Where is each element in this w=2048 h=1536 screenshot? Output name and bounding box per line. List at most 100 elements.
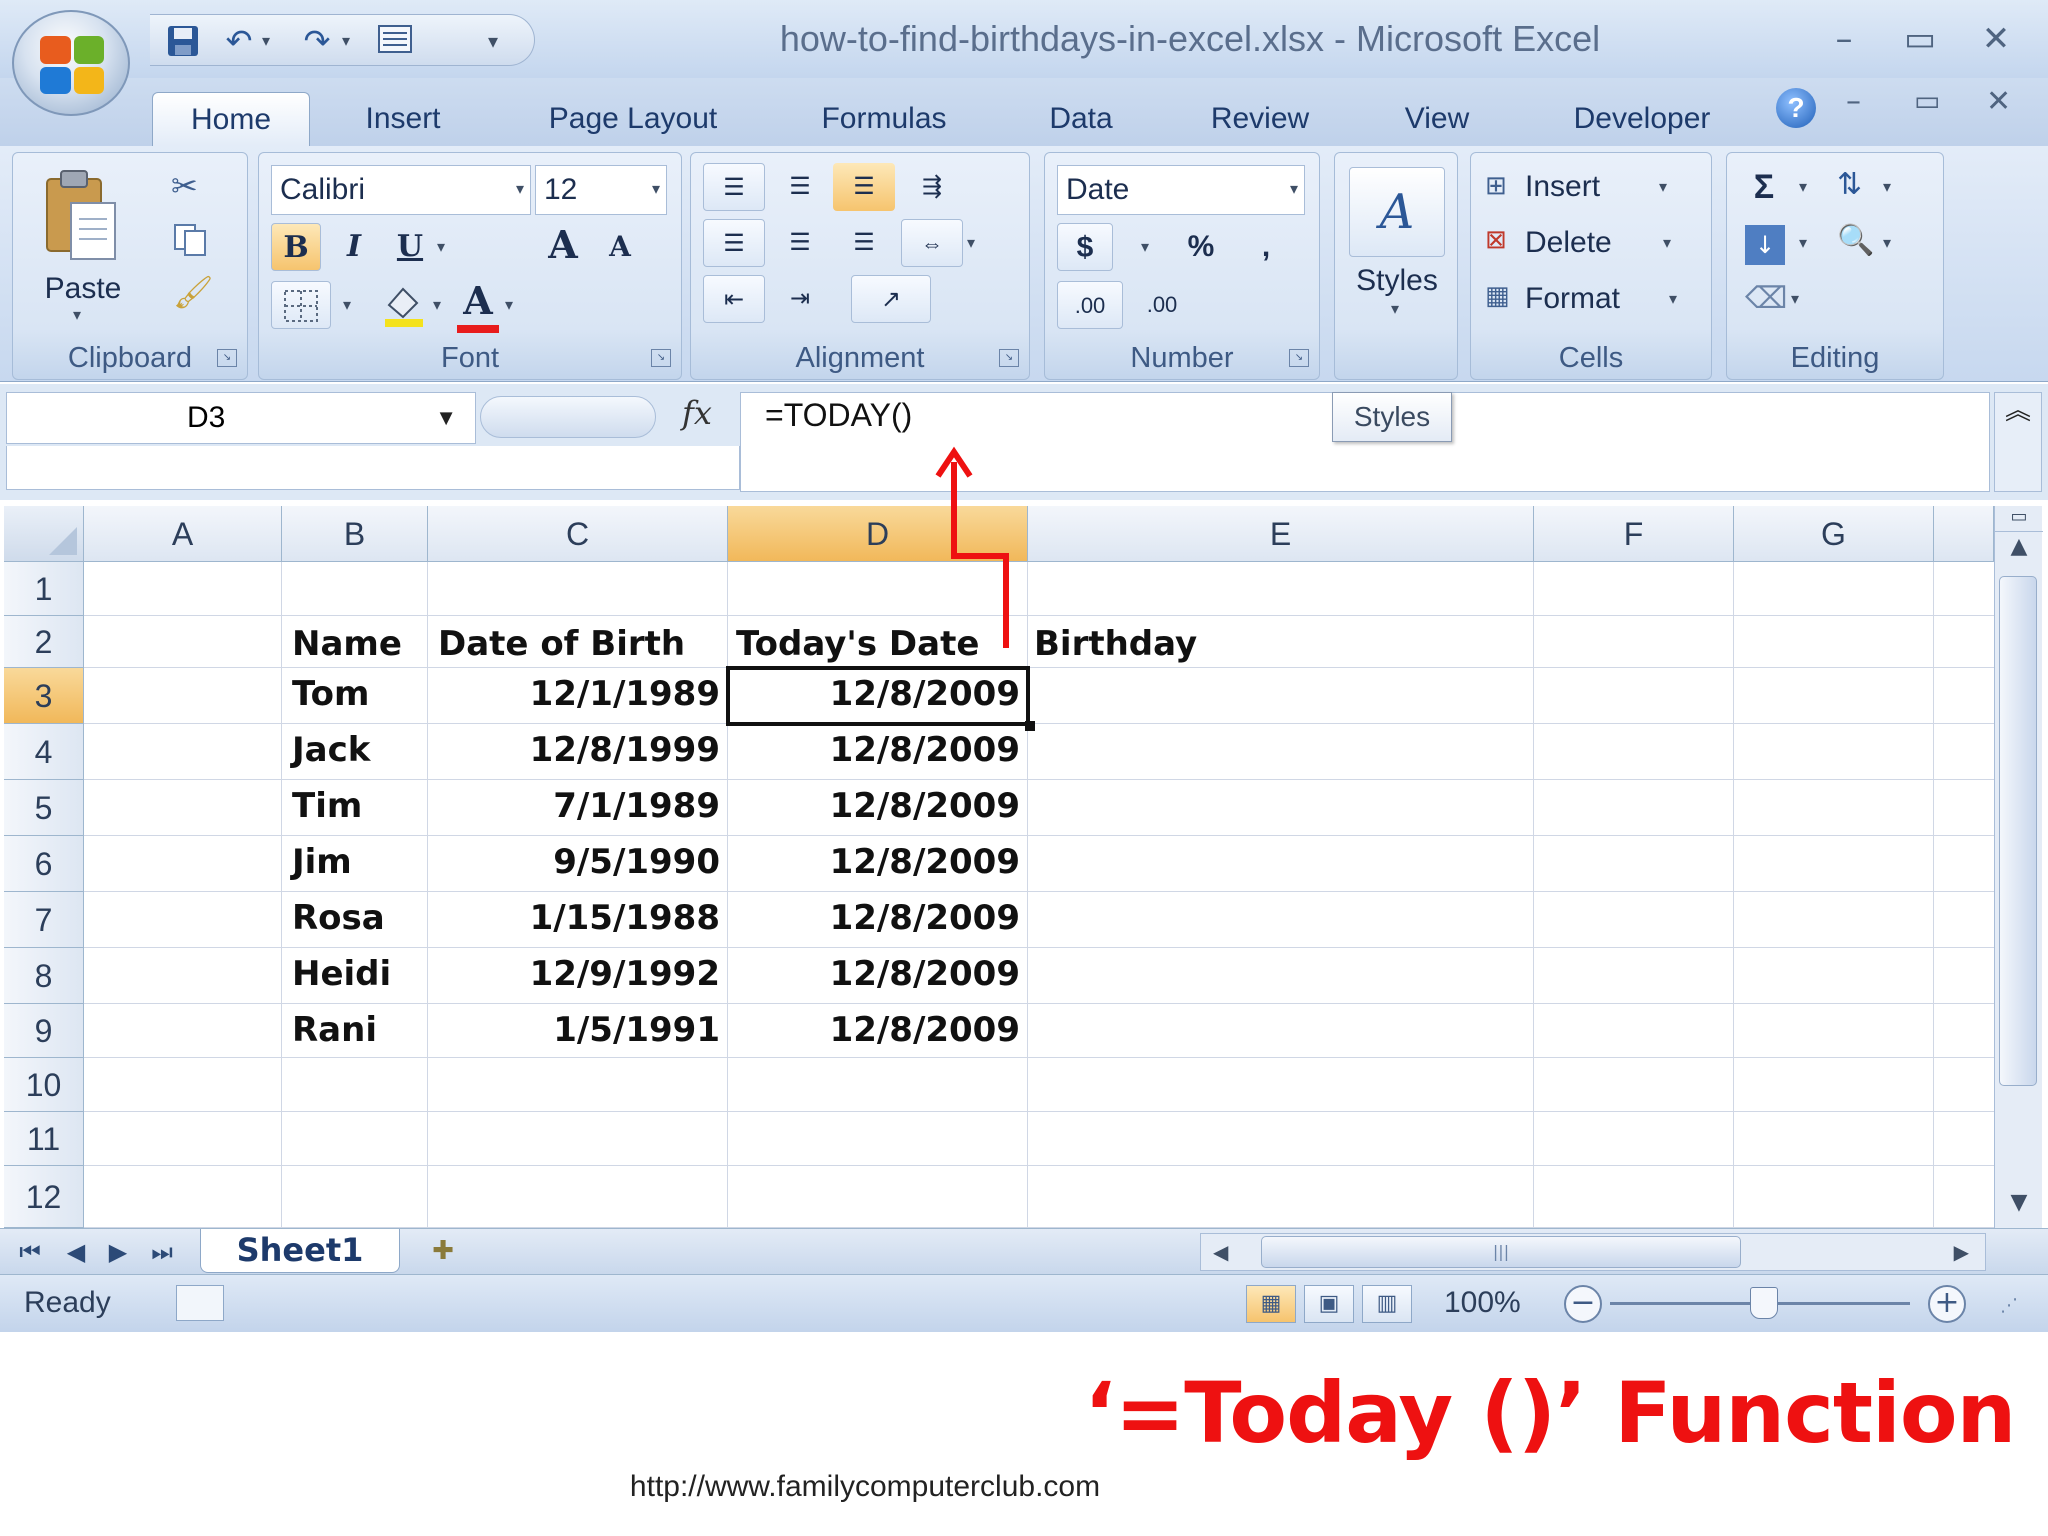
redo-dropdown-icon[interactable]: ▾ bbox=[342, 23, 350, 59]
normal-view-icon[interactable]: ▦ bbox=[1246, 1285, 1296, 1323]
select-all-corner[interactable] bbox=[4, 506, 84, 562]
header-name[interactable]: Name bbox=[292, 624, 402, 664]
currency-button[interactable]: $ bbox=[1057, 223, 1113, 271]
scroll-down-icon[interactable]: ▼ bbox=[1995, 1190, 2043, 1224]
sort-filter-dropdown-icon[interactable]: ▾ bbox=[1883, 177, 1891, 196]
cell-date-of-birth[interactable]: 1/5/1991 bbox=[428, 1010, 720, 1050]
save-icon[interactable] bbox=[164, 23, 202, 59]
tab-formulas[interactable]: Formulas bbox=[796, 92, 972, 146]
help-icon[interactable]: ? bbox=[1776, 88, 1816, 128]
tab-data[interactable]: Data bbox=[1030, 92, 1132, 146]
header-date-of-birth[interactable]: Date of Birth bbox=[438, 624, 685, 664]
formula-bar-splitter[interactable] bbox=[480, 396, 656, 438]
prev-sheet-icon[interactable]: ◀ bbox=[56, 1233, 96, 1271]
insert-cells-button[interactable]: Insert bbox=[1525, 163, 1635, 211]
align-center-icon[interactable]: ☰ bbox=[769, 219, 831, 267]
sort-filter-icon[interactable]: ⇅ bbox=[1837, 167, 1862, 202]
delete-cells-dropdown-icon[interactable]: ▾ bbox=[1663, 233, 1671, 252]
orientation-icon[interactable]: ↗ bbox=[851, 275, 931, 323]
paste-icon[interactable] bbox=[41, 167, 121, 267]
workbook-restore-button[interactable]: ▭ bbox=[1914, 84, 1954, 117]
align-middle-icon[interactable]: ☰ bbox=[769, 163, 831, 211]
cell-name[interactable]: Tim bbox=[292, 786, 362, 826]
cell-todays-date[interactable]: 12/8/2009 bbox=[728, 954, 1020, 994]
fill-dropdown-icon[interactable]: ▾ bbox=[1799, 233, 1807, 252]
autosum-button[interactable]: Σ bbox=[1743, 163, 1785, 211]
scroll-up-icon[interactable]: ▲ bbox=[1995, 534, 2043, 568]
format-cells-icon[interactable]: ▦ bbox=[1485, 281, 1510, 311]
row-header-6[interactable]: 6 bbox=[4, 836, 84, 892]
row-header-8[interactable]: 8 bbox=[4, 948, 84, 1004]
borders-button[interactable] bbox=[271, 281, 331, 329]
cell-date-of-birth[interactable]: 7/1/1989 bbox=[428, 786, 720, 826]
scroll-left-icon[interactable]: ◀ bbox=[1213, 1234, 1228, 1270]
find-select-icon[interactable]: 🔍 bbox=[1837, 223, 1874, 258]
cell-todays-date[interactable]: 12/8/2009 bbox=[728, 898, 1020, 938]
align-left-icon[interactable]: ☰ bbox=[703, 219, 765, 267]
column-header-a[interactable]: A bbox=[84, 506, 282, 562]
percent-button[interactable]: % bbox=[1171, 223, 1231, 271]
vertical-scrollbar[interactable]: ▭ ▲ ▼ bbox=[1994, 506, 2043, 1228]
fill-color-dropdown-icon[interactable]: ▾ bbox=[433, 295, 441, 314]
worksheet-grid[interactable]: ABCDEFG 1 2 3 4 5 6 7 8 9 10 11 12 Name Date of Bir… bbox=[4, 506, 2016, 1462]
form-icon[interactable] bbox=[376, 23, 414, 59]
close-button[interactable]: ✕ bbox=[1968, 14, 2024, 64]
next-sheet-icon[interactable]: ▶ bbox=[98, 1233, 138, 1271]
number-launcher-icon[interactable]: ↘ bbox=[1289, 349, 1309, 367]
font-color-dropdown-icon[interactable]: ▾ bbox=[505, 295, 513, 314]
font-color-button[interactable]: A bbox=[455, 277, 501, 325]
decrease-indent-icon[interactable]: ⇤ bbox=[703, 275, 765, 323]
format-cells-dropdown-icon[interactable]: ▾ bbox=[1669, 289, 1677, 308]
name-box-dropdown-icon[interactable]: ▼ bbox=[435, 393, 457, 443]
insert-function-icon[interactable]: fx bbox=[682, 394, 712, 432]
tab-view[interactable]: View bbox=[1382, 92, 1492, 146]
align-right-icon[interactable]: ☰ bbox=[833, 219, 895, 267]
cell-name[interactable]: Tom bbox=[292, 674, 369, 714]
delete-cells-icon[interactable]: ⊠ bbox=[1485, 225, 1507, 255]
copy-icon[interactable] bbox=[171, 221, 211, 257]
cell-date-of-birth[interactable]: 12/9/1992 bbox=[428, 954, 720, 994]
vertical-scroll-thumb[interactable] bbox=[1999, 576, 2037, 1086]
formula-bar-expand-button[interactable]: ︽ bbox=[1994, 392, 2042, 492]
merge-center-icon[interactable]: ⇔ bbox=[901, 219, 963, 267]
delete-cells-button[interactable]: Delete bbox=[1525, 219, 1645, 267]
tab-home[interactable]: Home bbox=[152, 92, 310, 146]
decrease-decimal-button[interactable]: .00 bbox=[1129, 281, 1195, 329]
comma-button[interactable]: , bbox=[1241, 223, 1291, 271]
italic-button[interactable]: I bbox=[329, 223, 379, 271]
undo-dropdown-icon[interactable]: ▾ bbox=[262, 23, 270, 59]
styles-button[interactable]: Styles bbox=[1341, 257, 1453, 305]
zoom-slider-thumb[interactable] bbox=[1750, 1287, 1778, 1319]
styles-dropdown-icon[interactable]: ▾ bbox=[1391, 299, 1399, 318]
underline-button[interactable]: U bbox=[385, 223, 435, 271]
insert-cells-dropdown-icon[interactable]: ▾ bbox=[1659, 177, 1667, 196]
workbook-close-button[interactable]: ✕ bbox=[1986, 84, 2026, 119]
header-todays-date[interactable]: Today's Date bbox=[736, 624, 979, 664]
format-cells-button[interactable]: Format bbox=[1525, 275, 1653, 323]
cell-name[interactable]: Rani bbox=[292, 1010, 377, 1050]
autosum-dropdown-icon[interactable]: ▾ bbox=[1799, 177, 1807, 196]
merge-dropdown-icon[interactable]: ▾ bbox=[967, 233, 975, 252]
bold-button[interactable]: B bbox=[271, 223, 321, 271]
tab-insert[interactable]: Insert bbox=[340, 92, 466, 146]
grow-font-button[interactable]: A bbox=[535, 221, 591, 269]
office-button[interactable] bbox=[12, 10, 130, 116]
row-header-1[interactable]: 1 bbox=[4, 562, 84, 616]
font-family-dropdown-icon[interactable]: ▾ bbox=[516, 166, 524, 214]
cell-date-of-birth[interactable]: 12/1/1989 bbox=[428, 674, 720, 714]
page-layout-view-icon[interactable]: ▣ bbox=[1304, 1285, 1354, 1323]
customize-qat-icon[interactable]: ▾ bbox=[488, 23, 498, 59]
wrap-text-icon[interactable]: ⇶ bbox=[901, 163, 963, 211]
borders-dropdown-icon[interactable]: ▾ bbox=[343, 295, 351, 314]
sheet-tab-sheet1[interactable]: Sheet1 bbox=[200, 1229, 400, 1273]
font-size-combo[interactable]: 12 ▾ bbox=[535, 165, 667, 215]
row-header-10[interactable]: 10 bbox=[4, 1058, 84, 1112]
number-format-dropdown-icon[interactable]: ▾ bbox=[1290, 166, 1298, 214]
fill-color-icon[interactable] bbox=[379, 281, 429, 329]
row-header-7[interactable]: 7 bbox=[4, 892, 84, 948]
undo-icon[interactable]: ↶ bbox=[220, 23, 258, 59]
cell-todays-date[interactable]: 12/8/2009 bbox=[728, 842, 1020, 882]
cell-todays-date[interactable]: 12/8/2009 bbox=[728, 1010, 1020, 1050]
resize-grip-icon[interactable]: ⋰ bbox=[2000, 1295, 2018, 1316]
cell-name[interactable]: Heidi bbox=[292, 954, 391, 994]
